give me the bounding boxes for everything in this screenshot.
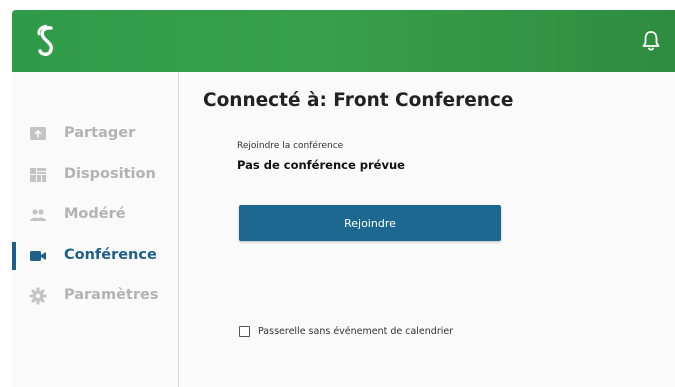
app-header xyxy=(12,10,675,72)
sidebar-item-label: Disposition xyxy=(64,166,156,182)
sidebar-item-conference[interactable]: Conférence xyxy=(12,242,178,270)
sidebar: Partager Disposition Modéré Conférence P… xyxy=(12,72,179,387)
sidebar-item-label: Modéré xyxy=(64,206,126,222)
video-camera-icon xyxy=(30,251,46,261)
sidebar-item-disposition[interactable]: Disposition xyxy=(12,161,178,189)
share-screen-icon xyxy=(30,127,46,140)
sidebar-item-label: Conférence xyxy=(64,247,157,263)
main-panel: Connecté à: Front Conference Rejoindre l… xyxy=(179,72,675,387)
sidebar-item-label: Paramètres xyxy=(64,287,159,303)
brand-logo-icon[interactable] xyxy=(32,24,62,58)
conference-field-value: Pas de conférence prévue xyxy=(237,158,405,172)
active-indicator xyxy=(12,242,16,270)
sidebar-item-parametres[interactable]: Paramètres xyxy=(12,282,178,310)
gateway-checkbox-label[interactable]: Passerelle sans événement de calendrier xyxy=(258,326,453,337)
sidebar-item-modere[interactable]: Modéré xyxy=(12,201,178,229)
layout-icon xyxy=(30,168,46,182)
users-icon xyxy=(30,209,46,221)
join-button[interactable]: Rejoindre xyxy=(239,205,501,241)
page-title: Connecté à: Front Conference xyxy=(203,90,514,111)
sidebar-item-label: Partager xyxy=(64,125,136,141)
gateway-option[interactable]: Passerelle sans événement de calendrier xyxy=(239,323,453,339)
gear-icon xyxy=(29,287,47,305)
bell-icon[interactable] xyxy=(641,30,661,52)
conference-field-label: Rejoindre la conférence xyxy=(237,141,344,151)
sidebar-item-partager[interactable]: Partager xyxy=(12,120,178,148)
gateway-checkbox[interactable] xyxy=(239,325,250,337)
